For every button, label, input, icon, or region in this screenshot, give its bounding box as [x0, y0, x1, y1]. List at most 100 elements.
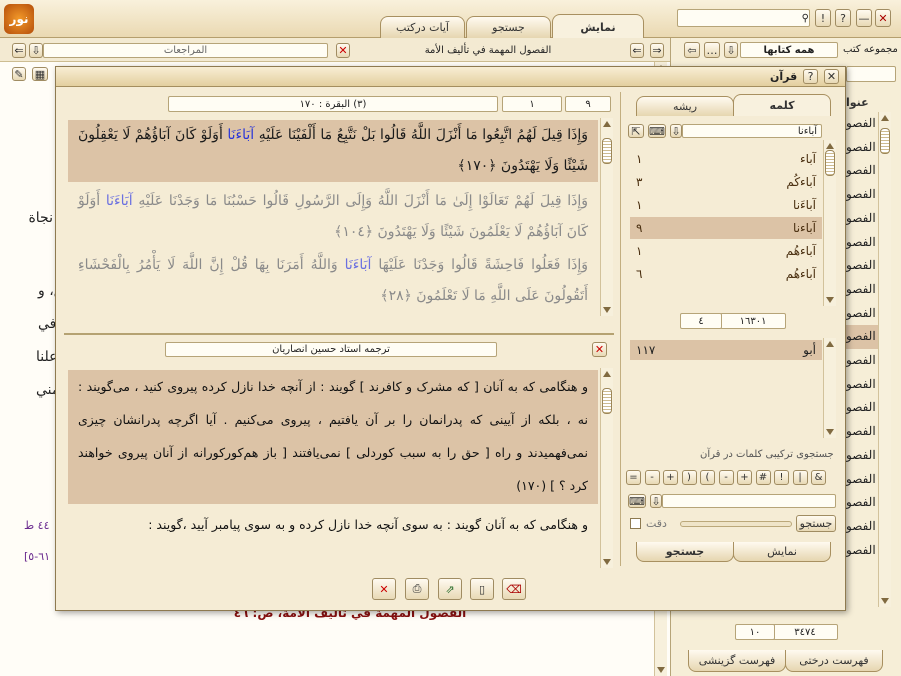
precision-slider[interactable] [680, 521, 792, 527]
book-list-item[interactable]: الفصو [846, 420, 880, 444]
verse-scrollbar[interactable] [600, 118, 613, 316]
word-list-item[interactable]: آباءنا ٩ [630, 217, 822, 239]
splitter[interactable] [64, 333, 614, 335]
operator-button[interactable]: ! [774, 470, 789, 485]
back-arrow-icon[interactable]: ⇦ [684, 42, 700, 58]
print-button[interactable]: ⎙ [405, 578, 429, 600]
references-select[interactable]: المراجعات [43, 43, 328, 58]
root-list-scrollbar[interactable] [823, 338, 836, 438]
keyboard-icon[interactable]: ⌨ [628, 494, 646, 508]
dropdown-arrow-icon[interactable]: ⇩ [724, 42, 738, 58]
clear-button[interactable]: ⌫ [502, 578, 526, 600]
book-ref[interactable]: [٦١-٥ [24, 550, 50, 563]
filter-input[interactable] [846, 66, 896, 82]
translator-field[interactable]: ترجمه استاد حسین انصاریان [165, 342, 497, 357]
book-list-item[interactable]: الفصو [846, 278, 880, 302]
operator-button[interactable]: + [737, 470, 752, 485]
word-list-item[interactable]: آباءهُم ١ [630, 240, 822, 262]
book-list-item[interactable]: الفصو [846, 231, 880, 255]
book-list-item[interactable]: الفصو [846, 349, 880, 373]
operator-button[interactable]: & [811, 470, 826, 485]
book-list-item[interactable]: الفصو [846, 136, 880, 160]
info-button[interactable]: ! [815, 9, 831, 27]
minimize-button[interactable]: — [856, 9, 872, 27]
operator-button[interactable]: = [626, 470, 641, 485]
close-references-button[interactable]: ✕ [336, 43, 350, 58]
search-button[interactable]: جستجو [796, 515, 836, 532]
operator-button[interactable]: | [792, 470, 808, 485]
book-list-item[interactable]: الفصو [846, 302, 880, 326]
more-button[interactable]: … [704, 42, 720, 58]
translation-item[interactable]: و هنگامی که به آنان گویند : به سوی آنچه … [68, 510, 598, 540]
word-list-item[interactable]: آباء ١ [630, 148, 822, 170]
operator-button[interactable]: # [755, 470, 771, 485]
book-list-item[interactable]: الفصو [846, 254, 880, 278]
down-arrow-icon[interactable]: ⇩ [29, 43, 43, 58]
prev-button[interactable]: ⇐ [630, 43, 644, 58]
word-list-scrollbar[interactable] [823, 140, 836, 306]
root-item[interactable]: أبو ١١٧ [630, 340, 822, 360]
tab-tree-list[interactable]: فهرست درختی [785, 650, 883, 672]
delete-button[interactable]: ✕ [372, 578, 396, 600]
close-translation-button[interactable]: ✕ [592, 342, 607, 357]
global-search-input[interactable]: ⚲ [677, 9, 810, 27]
exact-checkbox[interactable] [630, 518, 641, 529]
tab-verses-in-books[interactable]: آیات درکتب [380, 16, 465, 38]
tab-bottom-display[interactable]: نمایش [733, 542, 831, 562]
tab-display[interactable]: نمایش [552, 14, 644, 39]
copy-button[interactable]: ▯ [470, 578, 494, 600]
tab-search[interactable]: جستجو [466, 16, 551, 38]
verse-highlighted[interactable]: وَإِذَا قِيلَ لَهُمُ اتَّبِعُوا مَا أَنْ… [68, 120, 598, 182]
dialog-close-button[interactable]: ✕ [824, 69, 839, 84]
combo-search-input[interactable] [662, 494, 836, 508]
book-list-item[interactable]: الفصو [846, 373, 880, 397]
operator-button[interactable]: - [644, 470, 660, 485]
book-list-item[interactable]: الفصو [846, 444, 880, 468]
close-button[interactable]: ✕ [875, 9, 891, 27]
operator-button[interactable]: - [718, 470, 734, 485]
tab-root[interactable]: ریشه [636, 96, 734, 116]
book-list-item[interactable]: الفصو [846, 491, 880, 515]
book-list-item[interactable]: الفصو [846, 325, 880, 350]
next-button[interactable]: ⇒ [650, 43, 664, 58]
export-button[interactable]: ⇗ [438, 578, 462, 600]
word-list-item[interactable]: آباءكُم ٣ [630, 171, 822, 193]
operator-button[interactable]: ( [700, 470, 715, 485]
word-list-item[interactable]: آباءهُم ٦ [630, 263, 822, 285]
book-title-field[interactable]: الفصول المهمة في تأليف الأمة [352, 43, 624, 58]
collection-select[interactable]: همه کتابها [740, 42, 838, 58]
operator-button[interactable]: + [663, 470, 678, 485]
book-list-item[interactable]: الفصو [846, 183, 880, 207]
book-list-item[interactable]: الفصو [846, 112, 880, 136]
translation-scrollbar[interactable] [600, 368, 613, 568]
back-arrow-icon[interactable]: ⇐ [12, 43, 26, 58]
verse-item[interactable]: وَإِذَا قِيلَ لَهُمْ تَعَالَوْا إِلَىٰ م… [68, 186, 598, 248]
verse-item[interactable]: وَإِذَا فَعَلُوا فَاحِشَةً قَالُوا وَجَد… [68, 250, 598, 312]
grid-icon[interactable]: ▦ [32, 67, 48, 81]
book-list-item[interactable]: الفصو [846, 207, 880, 231]
book-list-item[interactable]: الفصو [846, 396, 880, 420]
book-list-item[interactable]: الفصو [846, 539, 880, 563]
book-list-item[interactable]: الفصو [846, 159, 880, 183]
pin-icon[interactable]: ⇱ [628, 124, 644, 138]
surah-verse-field[interactable]: (٣) البقرة : ١٧٠ [168, 96, 498, 112]
keyboard-icon[interactable]: ⌨ [648, 124, 666, 138]
book-list-scrollbar[interactable] [878, 112, 891, 607]
tab-selective-list[interactable]: فهرست گزینشی [688, 650, 786, 672]
dropdown-arrow-icon[interactable]: ⇩ [670, 124, 682, 138]
wrench-icon[interactable]: ✎ [12, 67, 26, 81]
translation-highlighted[interactable]: و هنگامی که به آنان [ که مشرک و کافرند ]… [68, 370, 598, 504]
page-number-field[interactable]: ٩ [565, 96, 611, 112]
word-list-item[interactable]: آباءَنا ١ [630, 194, 822, 216]
word-search-input[interactable]: آباءنا [682, 124, 822, 138]
tab-bottom-search[interactable]: جستجو [636, 542, 734, 562]
operator-button[interactable]: ) [681, 470, 697, 485]
book-ref[interactable]: ٤٤ ط [24, 519, 50, 532]
dropdown-arrow-icon[interactable]: ⇩ [650, 494, 662, 508]
verse-number-field[interactable]: ١ [502, 96, 562, 112]
help-button[interactable]: ? [835, 9, 851, 27]
tab-word[interactable]: کلمه [733, 94, 831, 116]
dialog-help-button[interactable]: ? [803, 69, 818, 84]
book-list-item[interactable]: الفصو [846, 515, 880, 539]
book-list-item[interactable]: الفصو [846, 468, 880, 492]
